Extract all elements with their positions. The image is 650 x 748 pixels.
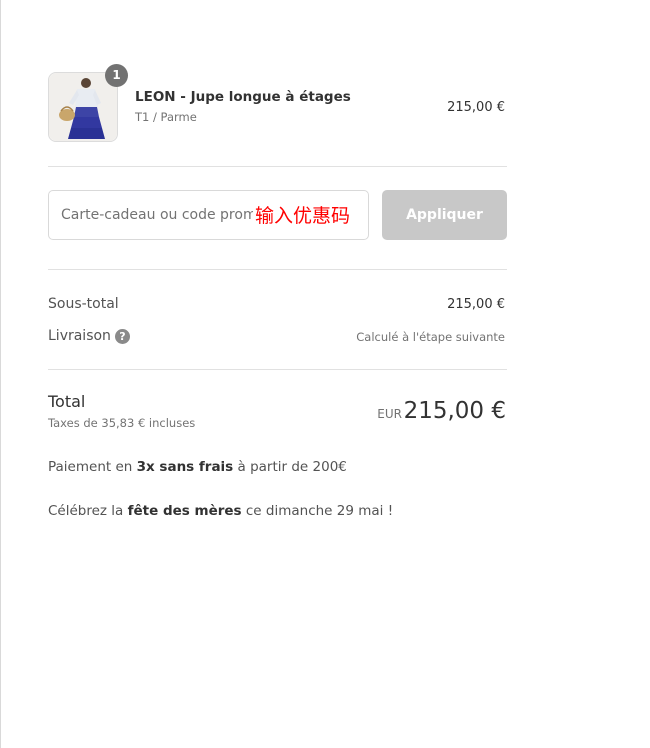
shipping-value: Calculé à l'étape suivante bbox=[356, 330, 505, 344]
apply-button[interactable]: Appliquer bbox=[382, 190, 507, 240]
product-price: 215,00 € bbox=[447, 100, 505, 115]
payment-installments-note: Paiement en 3x sans frais à partir de 20… bbox=[48, 459, 347, 475]
note-text: Célébrez la bbox=[48, 503, 128, 519]
note-highlight: 3x sans frais bbox=[136, 459, 234, 475]
total-label: Total bbox=[48, 392, 86, 411]
order-summary-panel: 1 LEON - Jupe longue à étages T1 / Parme… bbox=[0, 0, 650, 748]
product-thumbnail-icon bbox=[49, 73, 117, 141]
note-text: à partir de 200€ bbox=[233, 459, 347, 475]
divider bbox=[48, 166, 507, 167]
product-name: LEON - Jupe longue à étages bbox=[135, 89, 351, 105]
total-amount: 215,00 € bbox=[403, 398, 506, 424]
note-text: ce dimanche 29 mai ! bbox=[241, 503, 394, 519]
quantity-badge: 1 bbox=[105, 64, 128, 87]
shipping-label: Livraison bbox=[48, 328, 111, 344]
discount-annotation: 输入优惠码 bbox=[253, 201, 353, 228]
note-text: Paiement en bbox=[48, 459, 137, 475]
divider bbox=[48, 269, 507, 270]
product-variant: T1 / Parme bbox=[135, 110, 197, 124]
subtotal-value: 215,00 € bbox=[447, 297, 505, 312]
note-highlight: fête des mères bbox=[127, 503, 242, 519]
mothers-day-note: Célébrez la fête des mères ce dimanche 2… bbox=[48, 503, 393, 519]
currency-code: EUR bbox=[377, 407, 402, 421]
taxes-included: Taxes de 35,83 € incluses bbox=[48, 416, 196, 430]
product-thumbnail: 1 bbox=[48, 64, 128, 142]
question-mark-icon[interactable]: ? bbox=[115, 329, 130, 344]
line-item: 1 LEON - Jupe longue à étages T1 / Parme… bbox=[48, 64, 507, 142]
subtotal-label: Sous-total bbox=[48, 296, 119, 312]
divider bbox=[48, 369, 507, 370]
